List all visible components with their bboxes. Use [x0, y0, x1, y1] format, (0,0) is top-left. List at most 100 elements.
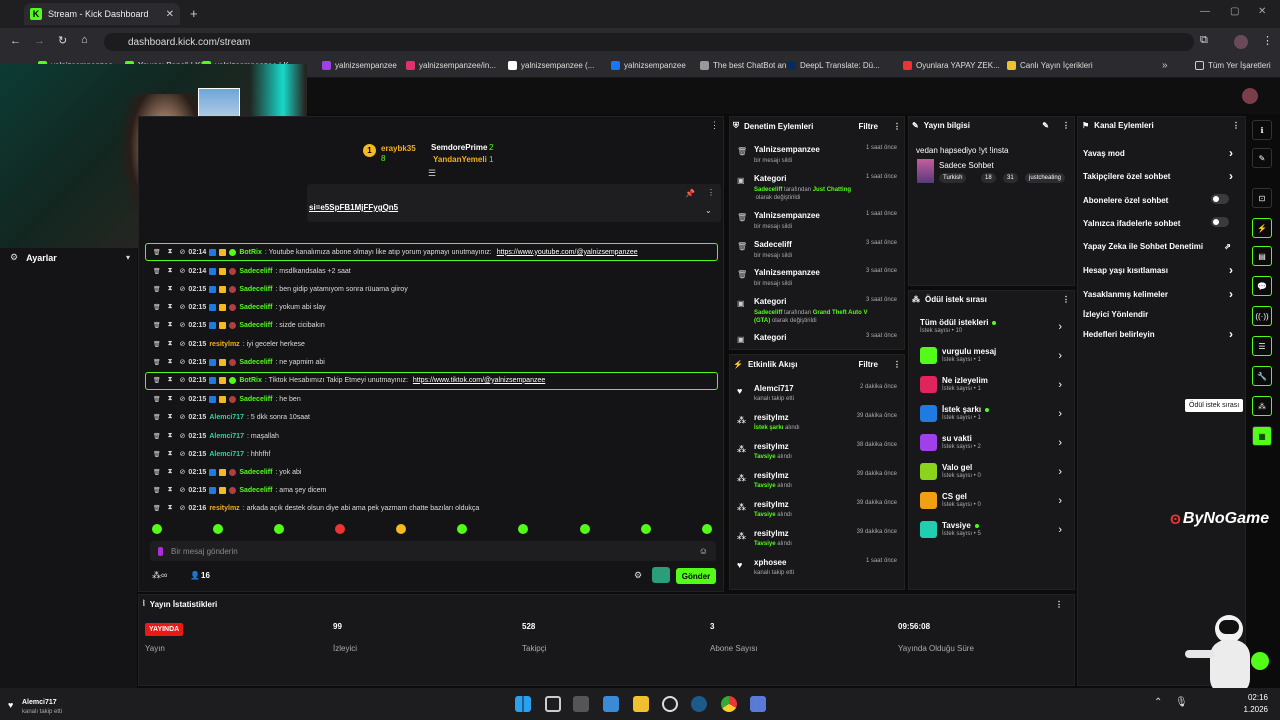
message-username[interactable]: Sadeceliff — [239, 469, 272, 476]
timeout-icon[interactable]: ⧗ — [168, 303, 173, 311]
trash-icon[interactable]: 🗑 — [153, 451, 161, 458]
emote-icon[interactable] — [457, 524, 467, 534]
obs-icon[interactable] — [662, 696, 678, 712]
channel-action-item[interactable]: Yalnızca ifadelerle sohbet — [1083, 217, 1241, 231]
trash-icon[interactable]: 🗑 — [153, 286, 161, 293]
timeout-icon[interactable]: ⧗ — [168, 395, 173, 403]
url-field[interactable]: dashboard.kick.com/stream — [104, 33, 1194, 51]
moderation-filter-button[interactable]: Filtre — [858, 122, 878, 131]
reward-queue-item[interactable]: Tüm ödül istekleri İstek sayısı • 10 › — [920, 318, 1066, 342]
message-username[interactable]: Sadeceliff — [239, 396, 272, 403]
emote-icon[interactable] — [335, 524, 345, 534]
channel-action-item[interactable]: Yasaklanmış kelimeler › — [1083, 287, 1241, 302]
message-username[interactable]: Sadeceliff — [239, 487, 272, 494]
new-tab-icon[interactable]: + — [190, 6, 198, 21]
bolt-icon[interactable]: ⚡ — [1252, 218, 1272, 238]
reward-queue-item[interactable]: CS gel İstek sayısı • 0 › — [920, 492, 1066, 516]
ban-icon[interactable]: ⊘ — [180, 303, 186, 311]
message-username[interactable]: BotRix — [239, 249, 262, 256]
message-username[interactable]: Sadeceliff — [239, 304, 272, 311]
trash-icon[interactable]: 🗑 — [153, 322, 161, 329]
channel-action-item[interactable]: Hesap yaşı kısıtlaması › — [1083, 263, 1241, 278]
trash-icon[interactable]: 🗑 — [153, 377, 161, 384]
steam-icon[interactable] — [691, 696, 707, 712]
reward-queue-icon[interactable]: ⁂ — [1252, 396, 1272, 416]
pinned-menu-icon[interactable]: ⋮ — [707, 188, 715, 197]
reward-queue-item[interactable]: vurgulu mesaj İstek sayısı • 1 › — [920, 347, 1066, 371]
message-username[interactable]: Sadeceliff — [239, 286, 272, 293]
file-explorer-icon[interactable] — [633, 696, 649, 712]
pinned-link[interactable]: si=e5SpFB1MjFFygQn5 — [309, 203, 398, 212]
timeout-icon[interactable]: ⧗ — [168, 376, 173, 384]
trash-icon[interactable]: 🗑 — [153, 268, 161, 275]
chevron-down-icon[interactable]: ⌄ — [705, 206, 712, 215]
reload-icon[interactable]: ↻ — [58, 34, 67, 47]
channel-action-item[interactable]: İzleyici Yönlendir — [1083, 310, 1241, 322]
extensions-icon[interactable]: ⧉ — [1200, 34, 1208, 47]
activity-user[interactable]: xphosee — [754, 558, 786, 567]
task-view-icon[interactable] — [545, 696, 561, 712]
ban-icon[interactable]: ⊘ — [180, 486, 186, 494]
emote-icon[interactable] — [213, 524, 223, 534]
snipping-tool-icon[interactable] — [573, 696, 589, 712]
info-icon[interactable]: ℹ — [1252, 120, 1272, 140]
window-maximize-icon[interactable]: ▢ — [1230, 6, 1239, 17]
trash-icon[interactable]: 🗑 — [153, 304, 161, 311]
ban-icon[interactable]: ⊘ — [180, 504, 186, 512]
channel-action-item[interactable]: Takipçilere özel sohbet › — [1083, 169, 1241, 184]
emote-icon[interactable] — [396, 524, 406, 534]
timeout-icon[interactable]: ⧗ — [168, 486, 173, 494]
forward-icon[interactable]: → — [34, 35, 45, 47]
activity-user[interactable]: resitylmz — [754, 442, 789, 451]
send-button[interactable]: Gönder — [676, 568, 716, 584]
broadcast-icon[interactable]: ((·)) — [1252, 306, 1272, 326]
emote-icon[interactable] — [580, 524, 590, 534]
stream-tag[interactable]: justcheating — [1025, 173, 1066, 183]
message-link[interactable]: https://www.youtube.com/@yalnizsempanzee — [497, 249, 638, 256]
message-username[interactable]: Sadeceliff — [239, 322, 272, 329]
bookmark-item[interactable]: yalnizsempanzee/in... — [406, 61, 496, 70]
message-link[interactable]: https://www.tiktok.com/@yalnizsempanzee — [413, 377, 545, 384]
window-close-icon[interactable]: ✕ — [1258, 6, 1266, 17]
clipboard-icon[interactable]: ▤ — [1252, 246, 1272, 266]
bookmark-item[interactable]: The best ChatBot an... — [700, 61, 793, 70]
ban-icon[interactable]: ⊘ — [180, 395, 186, 403]
bookmark-item[interactable]: yalnizsempanzee (... — [508, 61, 594, 70]
message-username[interactable]: resitylmz — [209, 505, 239, 512]
edit-icon[interactable]: ✎ — [1042, 121, 1049, 130]
reward-queue-item[interactable]: Ne izleyelim İstek sayısı • 1 › — [920, 376, 1066, 400]
camera-icon[interactable]: ⊡ — [1252, 188, 1272, 208]
timeout-icon[interactable]: ⧗ — [168, 468, 173, 476]
trash-icon[interactable]: 🗑 — [153, 433, 161, 440]
activity-user[interactable]: resitylmz — [754, 500, 789, 509]
emote-icon[interactable] — [274, 524, 284, 534]
stream-tag[interactable]: 18 — [981, 173, 996, 183]
message-username[interactable]: Alemci717 — [209, 451, 244, 458]
activity-user[interactable]: Alemci717 — [754, 384, 794, 393]
timeout-icon[interactable]: ⧗ — [168, 285, 173, 293]
channel-action-item[interactable]: Hedefleri belirleyin › — [1083, 327, 1241, 342]
menu-icon[interactable]: ⋮ — [1262, 34, 1273, 47]
reward-icon[interactable]: ⁂∞ — [152, 570, 167, 581]
toggle-switch[interactable] — [1211, 217, 1229, 227]
stream-info-menu-icon[interactable]: ⋮ — [1062, 121, 1070, 130]
chrome-icon[interactable] — [721, 696, 737, 712]
layout-icon[interactable]: ☰ — [1252, 336, 1272, 356]
toggle-switch[interactable] — [1211, 194, 1229, 204]
emote-icon[interactable] — [641, 524, 651, 534]
trash-icon[interactable]: 🗑 — [153, 505, 161, 512]
message-username[interactable]: resitylmz — [209, 341, 239, 348]
ban-icon[interactable]: ⊘ — [180, 376, 186, 384]
channel-action-item[interactable]: Abonelere özel sohbet — [1083, 194, 1241, 208]
ban-icon[interactable]: ⊘ — [180, 450, 186, 458]
timeout-icon[interactable]: ⧗ — [168, 321, 173, 329]
emote-icon[interactable] — [152, 524, 162, 534]
bookmark-item[interactable]: Oyunlara YAPAY ZEK... — [903, 61, 1000, 70]
message-username[interactable]: Alemci717 — [209, 433, 244, 440]
reward-queue-item[interactable]: su vakti İstek sayısı • 2 › — [920, 434, 1066, 458]
ban-icon[interactable]: ⊘ — [180, 285, 186, 293]
reward-queue-item[interactable]: İstek şarkı İstek sayısı • 1 › — [920, 405, 1066, 429]
timeout-icon[interactable]: ⧗ — [168, 267, 173, 275]
chat-menu-icon[interactable]: ⋮ — [710, 120, 719, 131]
windows-start-icon[interactable] — [515, 696, 531, 712]
